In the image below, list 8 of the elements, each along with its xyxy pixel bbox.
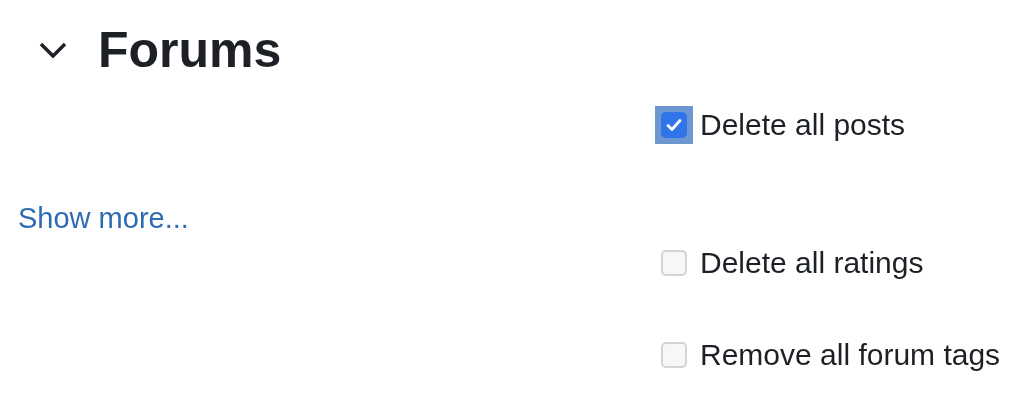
option-label: Delete all ratings [700, 246, 924, 280]
option-label: Delete all posts [700, 108, 906, 142]
checkmark-icon [666, 118, 682, 132]
checkbox[interactable] [661, 112, 687, 138]
show-more-link[interactable]: Show more... [18, 198, 189, 238]
section-title: Forums [98, 21, 282, 80]
option-label: Remove all forum tags [700, 338, 1001, 372]
chevron-down-icon[interactable] [38, 41, 68, 59]
